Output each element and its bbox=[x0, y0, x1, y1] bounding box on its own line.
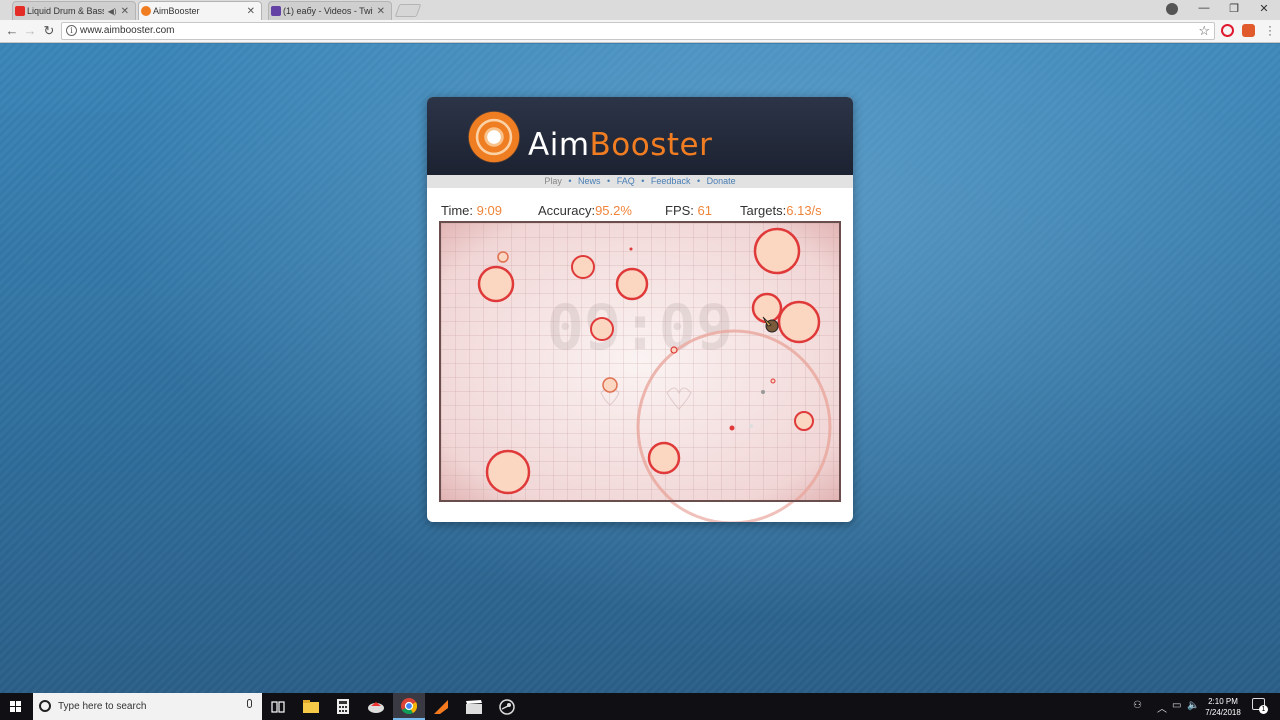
target[interactable] bbox=[670, 346, 678, 354]
close-tab-icon[interactable]: ✕ bbox=[121, 6, 129, 17]
search-placeholder: Type here to search bbox=[58, 701, 147, 712]
volume-icon[interactable]: 🔈 bbox=[1187, 700, 1199, 711]
tab-aimbooster[interactable]: AimBooster ✕ bbox=[138, 1, 262, 20]
close-tab-icon[interactable]: ✕ bbox=[247, 6, 255, 17]
game-arena[interactable]: 09:09 bbox=[439, 221, 841, 502]
target[interactable] bbox=[571, 255, 595, 279]
target[interactable] bbox=[477, 265, 515, 303]
close-window-button[interactable]: ✕ bbox=[1254, 2, 1274, 15]
browser-menu-icon[interactable]: · · · bbox=[1266, 20, 1274, 40]
chrome-icon[interactable] bbox=[393, 693, 425, 720]
taskbar-search[interactable]: Type here to search bbox=[33, 693, 262, 720]
target[interactable] bbox=[794, 411, 814, 431]
shield-extension-icon[interactable] bbox=[1242, 24, 1255, 37]
network-icon[interactable]: ▭ bbox=[1172, 700, 1181, 711]
target[interactable] bbox=[615, 267, 649, 301]
profile-icon[interactable] bbox=[1166, 3, 1178, 15]
target[interactable] bbox=[753, 227, 801, 275]
new-tab-button[interactable] bbox=[394, 4, 422, 17]
browser-toolbar: ← → ↻ i www.aimbooster.com ☆ · · · bbox=[0, 20, 1280, 43]
target[interactable] bbox=[751, 292, 783, 324]
calculator-icon[interactable] bbox=[327, 693, 359, 720]
start-button[interactable] bbox=[0, 693, 32, 720]
youtube-icon bbox=[15, 6, 25, 16]
show-hidden-icons-icon[interactable]: ︿ bbox=[1157, 700, 1167, 715]
target[interactable] bbox=[497, 251, 509, 263]
tab-liquid-drum-bass[interactable]: Liquid Drum & Bass ◀) ✕ bbox=[12, 1, 136, 20]
target[interactable] bbox=[647, 441, 681, 475]
microphone-icon[interactable] bbox=[247, 699, 252, 708]
target[interactable] bbox=[602, 377, 618, 393]
close-tab-icon[interactable]: ✕ bbox=[377, 6, 385, 17]
cortana-icon bbox=[39, 700, 51, 712]
page-background: AimBooster Play • News • FAQ • Feedback … bbox=[0, 44, 1280, 693]
back-icon[interactable]: ← bbox=[4, 23, 20, 38]
address-bar[interactable]: i www.aimbooster.com ☆ bbox=[61, 22, 1215, 40]
url-text: www.aimbooster.com bbox=[80, 25, 175, 36]
notification-badge: 1 bbox=[1259, 705, 1268, 714]
file-explorer-icon[interactable] bbox=[295, 693, 327, 720]
target[interactable] bbox=[629, 247, 633, 251]
aimbooster-panel: AimBooster Play • News • FAQ • Feedback … bbox=[427, 97, 853, 522]
target[interactable] bbox=[590, 317, 614, 341]
people-icon[interactable]: ⚇ bbox=[1133, 700, 1142, 711]
aimbooster-icon bbox=[141, 6, 151, 16]
target[interactable] bbox=[485, 449, 531, 495]
bookmark-star-icon[interactable]: ☆ bbox=[1198, 23, 1210, 39]
watermark-timer: 09:09 bbox=[547, 291, 734, 364]
windows-taskbar: Type here to search ⚇ ︿ ▭ 🔈 2:10 PM 7/24… bbox=[0, 693, 1280, 720]
target[interactable] bbox=[777, 300, 821, 344]
task-view-icon[interactable] bbox=[262, 693, 294, 720]
restore-button[interactable]: ❐ bbox=[1224, 2, 1244, 15]
opera-extension-icon[interactable] bbox=[1221, 24, 1234, 37]
taskbar-clock[interactable]: 2:10 PM 7/24/2018 bbox=[1200, 696, 1246, 718]
app-mouse-icon[interactable] bbox=[360, 693, 392, 720]
minimize-button[interactable]: — bbox=[1194, 2, 1214, 14]
tab-twitch[interactable]: (1) еабу - Videos - Twitch ✕ bbox=[268, 1, 392, 20]
arena-canvas[interactable]: 09:09 bbox=[441, 223, 839, 500]
browser-tab-strip: Liquid Drum & Bass ◀) ✕ AimBooster ✕ (1)… bbox=[0, 0, 1280, 20]
site-info-icon[interactable]: i bbox=[66, 25, 77, 36]
forward-icon[interactable]: → bbox=[22, 23, 38, 38]
hit-marker bbox=[749, 424, 753, 428]
ghost-marker-icon bbox=[666, 387, 692, 410]
audio-playing-icon[interactable]: ◀) bbox=[108, 7, 117, 16]
target[interactable] bbox=[770, 378, 776, 384]
app-steam-icon[interactable] bbox=[491, 693, 523, 720]
target[interactable] bbox=[729, 425, 735, 431]
hit-marker bbox=[761, 390, 765, 394]
app-clapper-icon[interactable] bbox=[458, 693, 490, 720]
app-orange-arrow-icon[interactable] bbox=[425, 693, 457, 720]
twitch-icon bbox=[271, 6, 281, 16]
reload-icon[interactable]: ↻ bbox=[41, 23, 57, 39]
windows-logo-icon bbox=[10, 701, 15, 706]
